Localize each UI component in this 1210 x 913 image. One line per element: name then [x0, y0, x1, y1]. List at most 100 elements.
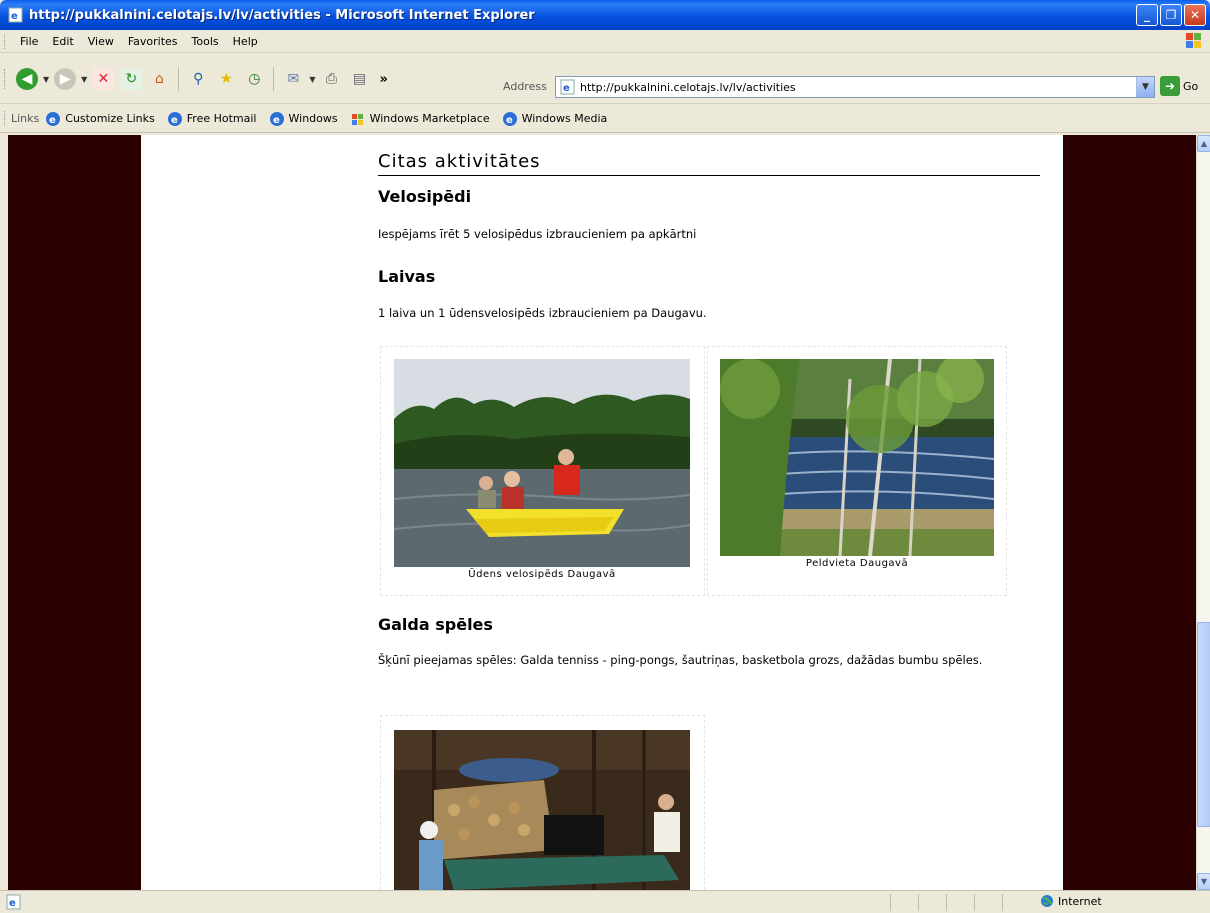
go-button[interactable]: ➜ Go	[1160, 76, 1198, 96]
search-icon[interactable]: ⚲	[187, 68, 209, 90]
svg-text:e: e	[11, 11, 18, 22]
back-dropdown-icon[interactable]: ▼	[43, 75, 49, 84]
section-text-boats: 1 laiva un 1 ūdensvelosipēds izbraucieni…	[378, 306, 707, 320]
ie-icon: e	[502, 111, 517, 126]
link-label: Free Hotmail	[186, 112, 257, 125]
history-icon[interactable]: ◷	[243, 68, 265, 90]
stop-icon[interactable]: ✕	[92, 68, 115, 90]
menu-favorites[interactable]: Favorites	[121, 33, 185, 50]
pedal-boat-image	[394, 359, 690, 567]
mail-dropdown-icon[interactable]: ▼	[309, 75, 315, 84]
menu-help[interactable]: Help	[226, 33, 265, 50]
ie-page-icon: e	[560, 79, 575, 95]
favorites-star-icon[interactable]: ★	[215, 68, 237, 90]
status-panels	[890, 894, 1030, 911]
link-label: Customize Links	[65, 112, 155, 125]
scroll-up-icon[interactable]: ▲	[1197, 135, 1210, 152]
back-icon[interactable]: ◀	[16, 68, 38, 90]
mail-icon[interactable]: ✉	[282, 68, 304, 90]
status-panel	[890, 894, 918, 911]
section-text-bicycles: Iespējams īrēt 5 velosipēdus izbraucieni…	[378, 227, 697, 241]
links-label: Links	[11, 112, 40, 125]
section-heading-boats: Laivas	[378, 267, 436, 286]
svg-text:e: e	[506, 115, 513, 126]
status-bar: e Internet	[0, 890, 1210, 913]
standard-toolbar: ◀ ▼ ▶ ▼ ✕ ↻ ⌂ ⚲ ★ ◷ ✉ ▼ ⎙ ▤ » Address e …	[0, 54, 1210, 104]
link-label: Windows Marketplace	[369, 112, 490, 125]
link-windows-media[interactable]: e Windows Media	[502, 111, 608, 127]
ie-icon: e	[167, 111, 182, 126]
page-viewport: Citas aktivitātes Velosipēdi Iespējams ī…	[8, 135, 1196, 890]
content-column: Citas aktivitātes Velosipēdi Iespējams ī…	[141, 135, 1063, 890]
menu-file[interactable]: File	[13, 33, 45, 50]
globe-icon	[1041, 895, 1053, 907]
restore-button[interactable]: ❐	[1160, 4, 1182, 26]
section-heading-table-games: Galda spēles	[378, 615, 493, 634]
pedal-boat-photo[interactable]	[394, 359, 690, 567]
status-panel	[974, 894, 1002, 911]
ie-page-icon: e	[8, 7, 23, 23]
menu-tools[interactable]: Tools	[185, 33, 226, 50]
title-bar: e http://pukkalnini.celotajs.lv/lv/activ…	[0, 0, 1210, 30]
link-windows-marketplace[interactable]: Windows Marketplace	[350, 111, 490, 127]
minimize-button[interactable]: _	[1136, 4, 1158, 26]
toolbar-grip	[4, 69, 7, 89]
links-bar: Links e Customize Links e Free Hotmail e…	[0, 105, 1210, 133]
forward-dropdown-icon[interactable]: ▼	[81, 75, 87, 84]
security-zone: Internet	[1040, 894, 1102, 908]
ping-pong-photo[interactable]	[394, 730, 690, 890]
svg-text:e: e	[273, 115, 280, 126]
scroll-down-icon[interactable]: ▼	[1197, 873, 1210, 890]
svg-text:e: e	[49, 115, 56, 126]
ie-icon: e	[269, 111, 284, 126]
edit-icon[interactable]: ▤	[348, 68, 370, 90]
zone-label: Internet	[1058, 894, 1102, 908]
address-value: http://pukkalnini.celotajs.lv/lv/activit…	[580, 80, 796, 94]
photo-caption: Ūdens velosipēds Daugavā	[468, 569, 616, 580]
address-input[interactable]: e http://pukkalnini.celotajs.lv/lv/activ…	[555, 76, 1155, 98]
forward-icon[interactable]: ▶	[54, 68, 77, 90]
toolbar-separator	[273, 67, 275, 91]
toolbar-chevron[interactable]: »	[379, 72, 387, 87]
menu-grip	[4, 33, 7, 49]
vertical-scrollbar[interactable]: ▲ ▼	[1196, 135, 1210, 890]
scroll-thumb[interactable]	[1197, 622, 1210, 827]
toolbar-separator	[178, 67, 180, 91]
refresh-icon[interactable]: ↻	[120, 68, 143, 90]
windows-flag-icon	[351, 113, 363, 125]
go-label: Go	[1183, 79, 1199, 93]
home-icon[interactable]: ⌂	[148, 68, 170, 90]
menu-bar: File Edit View Favorites Tools Help	[0, 30, 1210, 53]
ie-icon: e	[46, 111, 61, 126]
svg-text:e: e	[563, 83, 570, 94]
section-heading-bicycles: Velosipēdi	[378, 187, 472, 206]
status-panel	[946, 894, 974, 911]
page-title: Citas aktivitātes	[378, 151, 541, 172]
link-customize-links[interactable]: e Customize Links	[45, 111, 155, 127]
ie-status-icon: e	[6, 894, 21, 910]
link-label: Windows Media	[521, 112, 608, 125]
link-free-hotmail[interactable]: e Free Hotmail	[167, 111, 257, 127]
beach-photo[interactable]	[720, 359, 994, 556]
print-icon[interactable]: ⎙	[320, 68, 342, 90]
status-panel	[1002, 894, 1030, 911]
menu-view[interactable]: View	[81, 33, 121, 50]
window-title: http://pukkalnini.celotajs.lv/lv/activit…	[29, 7, 535, 23]
beach-image	[720, 359, 994, 556]
address-label: Address	[503, 80, 547, 93]
section-text-table-games: Šķūnī pieejamas spēles: Galda tenniss - …	[378, 653, 983, 667]
close-button[interactable]: ✕	[1184, 4, 1206, 26]
ping-pong-image	[394, 730, 690, 890]
windows-logo-icon	[1186, 33, 1201, 48]
link-label: Windows	[288, 112, 338, 125]
status-panel	[918, 894, 946, 911]
menu-edit[interactable]: Edit	[45, 33, 80, 50]
svg-text:e: e	[171, 115, 178, 126]
svg-text:e: e	[9, 898, 16, 909]
title-divider	[378, 175, 1040, 176]
address-dropdown-icon[interactable]: ▼	[1136, 77, 1154, 97]
links-grip	[4, 111, 7, 126]
link-windows[interactable]: e Windows	[269, 111, 338, 127]
go-arrow-icon: ➜	[1160, 76, 1180, 96]
photo-caption: Peldvieta Daugavā	[805, 558, 909, 569]
